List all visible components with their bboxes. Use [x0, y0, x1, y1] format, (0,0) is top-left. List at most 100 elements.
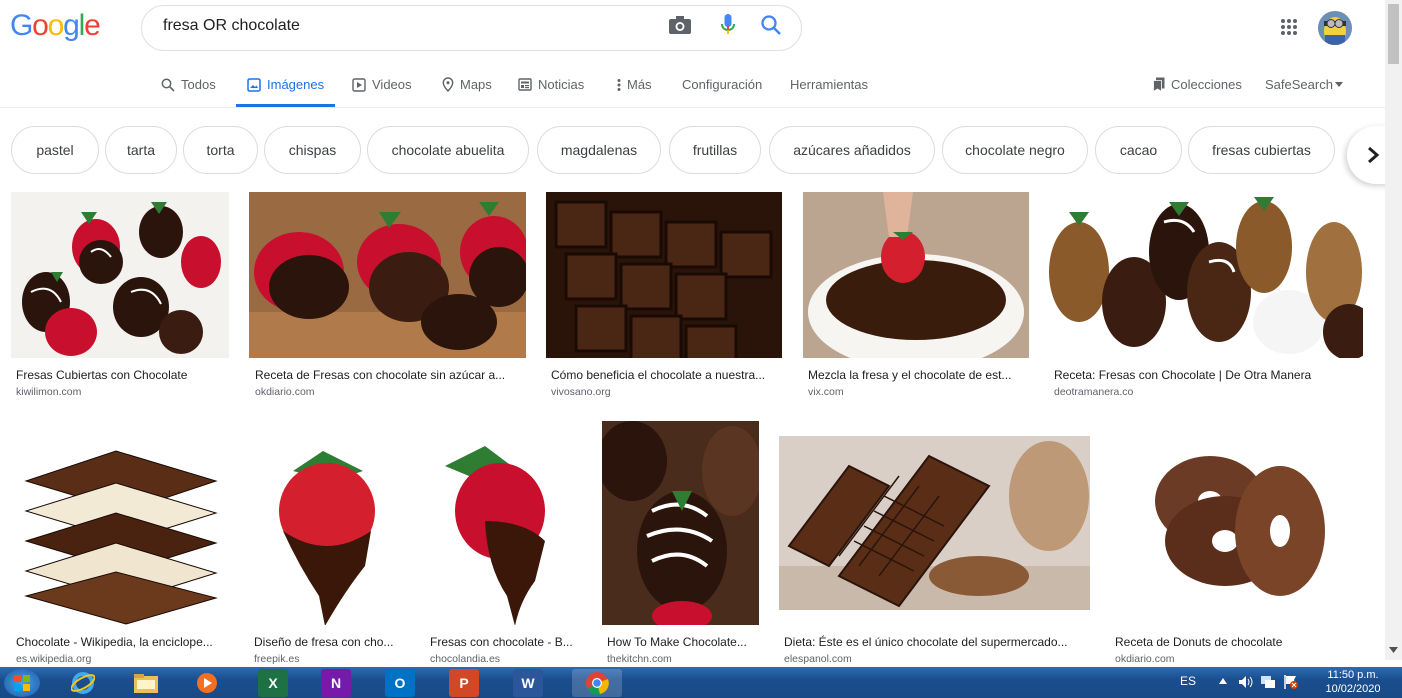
logo-letter: G	[10, 9, 33, 42]
result-title[interactable]: Receta de Donuts de chocolate	[1115, 635, 1360, 649]
tab-label: Configuración	[682, 77, 763, 92]
result-thumbnail[interactable]	[779, 436, 1090, 610]
result-site[interactable]: thekitchn.com	[607, 653, 672, 665]
result-title[interactable]: Receta de Fresas con chocolate sin azúca…	[255, 368, 525, 382]
action-center-flag-icon[interactable]	[1283, 674, 1299, 690]
outlook-icon[interactable]: O	[385, 669, 415, 697]
scrollbar-thumb[interactable]	[1388, 4, 1399, 64]
onenote-letter: N	[330, 675, 342, 691]
result-site[interactable]: vivosano.org	[551, 386, 611, 398]
result-title[interactable]: Fresas Cubiertas con Chocolate	[16, 368, 226, 382]
chip[interactable]: magdalenas	[537, 126, 661, 174]
chip[interactable]: fresas cubiertas	[1188, 126, 1335, 174]
tab-todos[interactable]: Todos	[161, 77, 216, 92]
result-site[interactable]: chocolandia.es	[430, 653, 500, 665]
result-title[interactable]: Cómo beneficia el chocolate a nuestra...	[551, 368, 781, 382]
powerpoint-icon[interactable]: P	[449, 669, 479, 697]
show-hidden-icons-icon[interactable]	[1219, 678, 1227, 684]
tab-label: Todos	[181, 77, 216, 92]
tab-label: Maps	[460, 77, 492, 92]
result-title[interactable]: Diseño de fresa con cho...	[254, 635, 404, 649]
result-site[interactable]: kiwilimon.com	[16, 386, 81, 398]
chip[interactable]: chispas	[264, 126, 361, 174]
excel-icon[interactable]: X	[258, 669, 288, 697]
internet-explorer-icon[interactable]	[68, 669, 98, 697]
language-indicator[interactable]: ES	[1180, 674, 1196, 688]
tab-label: Videos	[372, 77, 412, 92]
onenote-icon[interactable]: N	[321, 669, 351, 697]
clock[interactable]: 11:50 p.m. 10/02/2020	[1320, 668, 1386, 696]
result-title[interactable]: Dieta: Éste es el único chocolate del su…	[784, 635, 1084, 649]
search-icon[interactable]	[760, 14, 782, 36]
microphone-icon[interactable]	[720, 13, 736, 37]
tab-label: Más	[627, 77, 652, 92]
logo-letter: o	[47, 9, 65, 42]
result-thumbnail[interactable]	[546, 192, 782, 358]
result-title[interactable]: Receta: Fresas con Chocolate | De Otra M…	[1054, 368, 1354, 382]
safesearch-menu[interactable]: SafeSearch	[1265, 77, 1343, 92]
chip[interactable]: torta	[183, 126, 258, 174]
chip[interactable]: cacao	[1095, 126, 1182, 174]
media-player-icon[interactable]	[192, 669, 222, 697]
chrome-icon[interactable]	[572, 669, 622, 697]
tab-maps[interactable]: Maps	[442, 77, 492, 92]
tab-noticias[interactable]: Noticias	[518, 77, 584, 92]
result-thumbnail[interactable]	[249, 192, 526, 358]
result-title[interactable]: Fresas con chocolate - B...	[430, 635, 580, 649]
chip[interactable]: frutillas	[669, 126, 761, 174]
video-icon	[352, 77, 366, 92]
camera-icon[interactable]	[668, 15, 692, 35]
result-thumbnail[interactable]	[248, 421, 405, 625]
result-thumbnail[interactable]	[425, 421, 582, 625]
scroll-down-arrow-icon[interactable]	[1388, 646, 1399, 654]
start-orb-icon[interactable]	[4, 669, 40, 697]
result-site[interactable]: elespanol.com	[784, 653, 852, 665]
avatar[interactable]	[1318, 11, 1352, 45]
clock-time: 11:50 p.m.	[1327, 669, 1379, 681]
result-site[interactable]: okdiario.com	[255, 386, 315, 398]
result-site[interactable]: es.wikipedia.org	[16, 653, 91, 665]
outlook-letter: O	[394, 675, 406, 691]
search-input[interactable]: fresa OR chocolate	[163, 17, 300, 35]
word-letter: W	[521, 675, 535, 691]
apps-grid-icon[interactable]	[1280, 18, 1298, 36]
chip[interactable]: azúcares añadidos	[769, 126, 935, 174]
result-title[interactable]: Mezcla la fresa y el chocolate de est...	[808, 368, 1028, 382]
result-site[interactable]: freepik.es	[254, 653, 300, 665]
chip[interactable]: chocolate abuelita	[367, 126, 529, 174]
tab-mas[interactable]: Más	[617, 77, 652, 92]
tab-herramientas[interactable]: Herramientas	[790, 77, 868, 92]
tab-configuracion[interactable]: Configuración	[682, 77, 762, 92]
result-title[interactable]: How To Make Chocolate...	[607, 635, 757, 649]
result-thumbnail[interactable]	[602, 421, 759, 625]
result-title[interactable]: Chocolate - Wikipedia, la enciclope...	[16, 635, 228, 649]
search-icon	[161, 78, 175, 92]
scrollbar[interactable]	[1385, 0, 1402, 660]
google-logo[interactable]: Google	[10, 9, 101, 43]
chip[interactable]: chocolate negro	[942, 126, 1088, 174]
tab-imagenes[interactable]: Imágenes	[247, 77, 324, 92]
result-thumbnail[interactable]	[11, 192, 229, 358]
chip[interactable]: pastel	[11, 126, 99, 174]
excel-letter: X	[268, 675, 278, 691]
logo-letter: o	[32, 9, 49, 42]
result-site[interactable]: deotramanera.co	[1054, 386, 1133, 398]
tab-label: Noticias	[538, 77, 585, 92]
network-icon[interactable]	[1260, 674, 1276, 690]
divider	[0, 107, 1385, 108]
chevron-right-icon	[1368, 146, 1380, 164]
result-thumbnail[interactable]	[11, 421, 229, 625]
tab-videos[interactable]: Videos	[352, 77, 412, 92]
result-site[interactable]: vix.com	[808, 386, 844, 398]
result-thumbnail[interactable]	[803, 192, 1029, 358]
file-explorer-icon[interactable]	[131, 669, 161, 697]
result-thumbnail[interactable]	[1049, 192, 1363, 358]
result-thumbnail[interactable]	[1110, 421, 1364, 625]
result-site[interactable]: okdiario.com	[1115, 653, 1175, 665]
map-pin-icon	[442, 77, 454, 92]
word-icon[interactable]: W	[513, 669, 543, 697]
clock-date: 10/02/2020	[1325, 683, 1381, 695]
volume-icon[interactable]	[1238, 674, 1254, 690]
chip[interactable]: tarta	[105, 126, 177, 174]
colecciones-link[interactable]: Colecciones	[1153, 77, 1242, 92]
